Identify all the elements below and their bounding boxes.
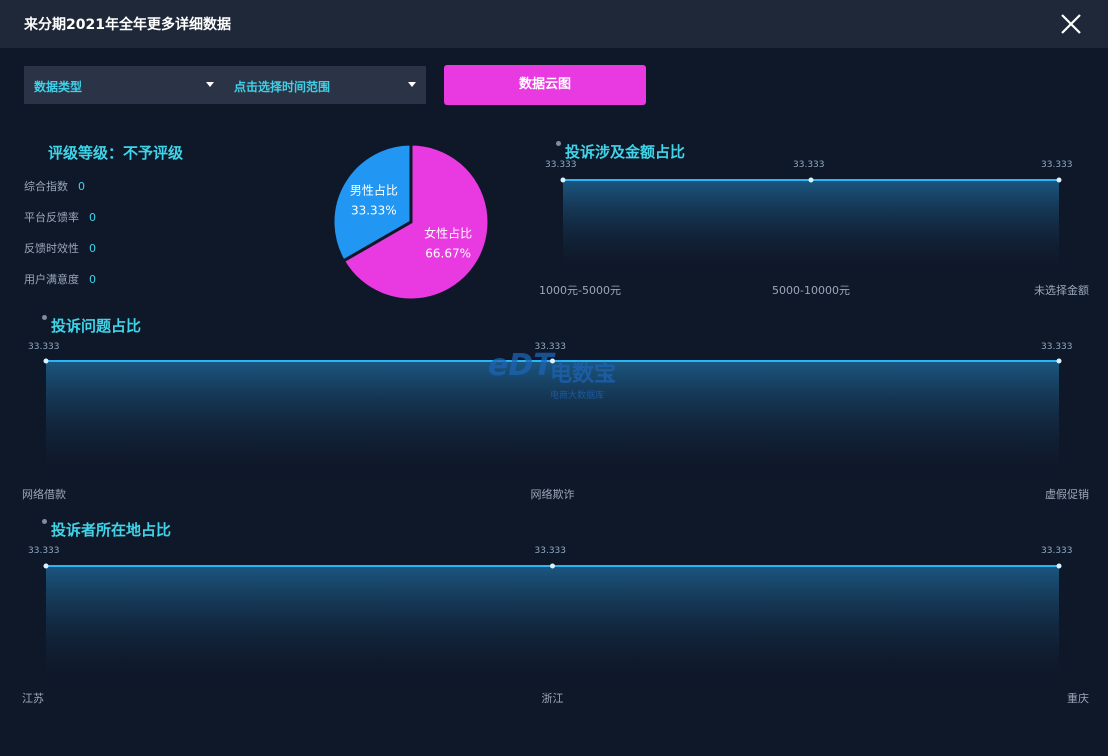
- watermark-sub: 电商大数据库: [550, 391, 605, 401]
- tick-label: 未选择金额: [1034, 284, 1089, 297]
- watermark-brand: 电数宝: [550, 362, 617, 387]
- area-fill: [46, 566, 1059, 676]
- data-label: 33.333: [28, 342, 60, 352]
- data-point[interactable]: [560, 177, 566, 183]
- data-point[interactable]: [808, 177, 814, 183]
- tick-label: 1000元-5000元: [539, 284, 621, 297]
- data-label: 33.333: [545, 160, 577, 170]
- data-label: 33.333: [28, 546, 60, 556]
- data-point[interactable]: [1056, 563, 1062, 569]
- data-point[interactable]: [43, 563, 49, 569]
- data-point[interactable]: [43, 358, 49, 364]
- area-fill: [563, 180, 1059, 268]
- tick-label: 虚假促销: [1045, 488, 1089, 501]
- tick-label: 浙江: [541, 692, 564, 705]
- tick-label: 网络借款: [22, 488, 66, 501]
- tick-label: 网络欺诈: [530, 488, 575, 501]
- data-label: 33.333: [1041, 160, 1073, 170]
- tick-label: 重庆: [1067, 692, 1089, 705]
- watermark-logo: eDT: [488, 348, 554, 383]
- data-point[interactable]: [1056, 358, 1062, 364]
- data-point[interactable]: [550, 563, 555, 569]
- data-point[interactable]: [1056, 177, 1062, 183]
- tick-label: 5000-10000元: [772, 284, 850, 297]
- data-label: 33.333: [1041, 546, 1073, 556]
- data-label: 33.333: [534, 546, 567, 556]
- tick-label: 江苏: [22, 692, 44, 705]
- data-label: 33.333: [793, 160, 825, 170]
- data-label: 33.333: [1041, 342, 1073, 352]
